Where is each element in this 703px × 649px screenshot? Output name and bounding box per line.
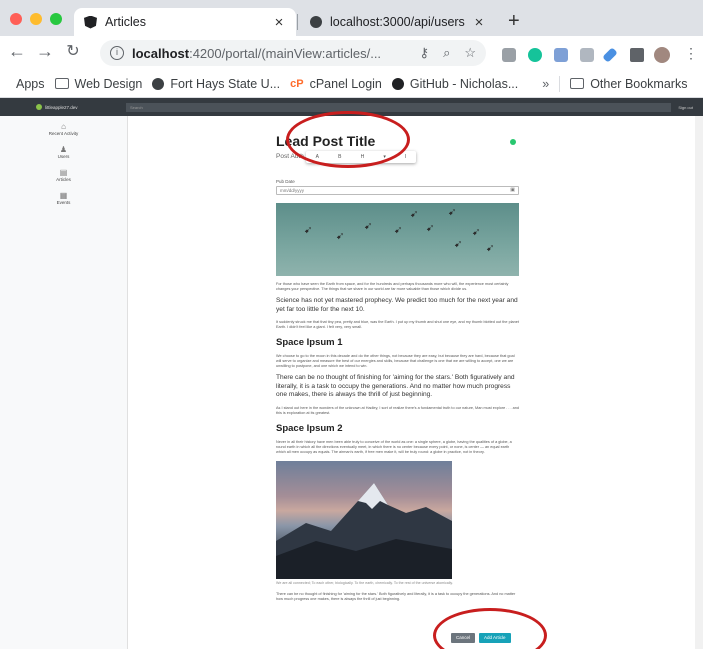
quote: Science has not yet mastered prophecy. W… (276, 297, 518, 313)
back-arrow-icon[interactable]: ← (6, 41, 28, 62)
paragraph: Never in all their history have men been… (276, 439, 512, 454)
bookmark-label: cPanel Login (309, 76, 382, 91)
paragraph: As I stand out here in the wonders of th… (276, 405, 519, 415)
bookmarks-bar: Apps Web Design Fort Hays State U... cP … (0, 70, 703, 98)
address-bar[interactable]: i localhost:4200/portal/(mainView:articl… (100, 40, 486, 66)
italic-button[interactable]: I (405, 154, 406, 160)
home-icon: ⌂ (61, 122, 66, 131)
key-icon[interactable]: ⚷ (420, 45, 430, 61)
paragraph: We choose to go to the moon in this deca… (276, 354, 515, 368)
star-icon[interactable]: ☆ (464, 45, 476, 61)
mountain-shape (276, 482, 452, 579)
bookmark-divider (559, 75, 561, 92)
sidebar-item-label: Events (56, 200, 71, 205)
pub-date-placeholder: mm/dd/yyyy (280, 188, 305, 193)
puzzle-icon[interactable] (630, 48, 644, 62)
sidebar-item-users[interactable]: ♟ Users (0, 145, 127, 160)
extension-icon[interactable] (580, 48, 594, 62)
avatar[interactable] (654, 47, 670, 63)
bookmark-other[interactable]: Other Bookmarks (570, 77, 687, 91)
globe-icon (310, 16, 322, 28)
bookmark-cpanel[interactable]: cP cPanel Login (290, 77, 382, 91)
browser-toolbar: ← → ↻ i localhost:4200/portal/(mainView:… (0, 36, 703, 70)
more-icon[interactable]: ⋮ (684, 45, 698, 62)
grammarly-icon[interactable] (528, 48, 542, 62)
user-icon: ♟ (59, 145, 68, 154)
browser-titlebar: Articles × localhost:3000/api/users × + (0, 0, 703, 36)
bookmark-label: Fort Hays State U... (170, 76, 281, 91)
pub-date-label: Pub Date (276, 179, 295, 184)
reload-icon[interactable]: ↻ (62, 41, 84, 61)
sidebar: ⌂ Recent Activity ♟ Users ▤ Articles ▦ E… (0, 116, 128, 649)
paragraph: For those who have seen the Earth from s… (276, 282, 509, 291)
bookmark-label: Apps (16, 76, 45, 91)
url-path: :4200/portal/(mainView:articles/... (189, 45, 382, 61)
sidebar-item-label: Users (57, 154, 70, 159)
github-icon (391, 77, 404, 90)
pub-date-input[interactable]: mm/dd/yyyy ▣ (276, 186, 519, 195)
bookmark-label: Other Bookmarks (590, 76, 688, 91)
mountain-image (276, 460, 452, 579)
tab-api-users[interactable]: localhost:3000/api/users × (300, 8, 496, 36)
birds-image: ➹ ➹ ➹ ➹ ➹ ➹ ➹ ➹ ➹ ➹ (276, 203, 519, 276)
folder-icon (570, 78, 585, 89)
info-icon[interactable]: i (110, 46, 124, 60)
annotation-circle-title (286, 111, 410, 168)
bookmark-fort-hays[interactable]: Fort Hays State U... (152, 77, 280, 91)
tab-label: Articles (105, 15, 146, 29)
calendar-icon: ▦ (59, 191, 68, 200)
tab-label: localhost:3000/api/users (330, 15, 465, 29)
calendar-icon[interactable]: ▣ (510, 187, 515, 194)
paragraph: There can be no thought of finishing for… (276, 591, 516, 601)
globe-icon (152, 77, 165, 90)
maximize-window-button[interactable] (50, 13, 62, 25)
close-tab-icon[interactable]: × (472, 14, 486, 31)
paragraph: It suddenly struck me that that tiny pea… (276, 320, 519, 329)
screen: { "browser": { "tabs": [ {"label": "Arti… (0, 0, 703, 649)
articles-icon: ▤ (59, 168, 68, 177)
heading: Space Ipsum 1 (276, 337, 343, 348)
scrollbar[interactable] (695, 116, 703, 649)
extension-icon[interactable] (502, 48, 516, 62)
bookmark-label: GitHub - Nicholas... (409, 76, 519, 91)
minimize-window-button[interactable] (30, 13, 42, 25)
url-host: localhost (132, 45, 190, 61)
tab-articles[interactable]: Articles × (74, 8, 296, 36)
quote: There can be no thought of finishing for… (276, 374, 515, 398)
bookmark-label: Web Design (74, 76, 143, 91)
brand[interactable]: littleapple27.dev (36, 104, 126, 110)
zoom-icon[interactable]: ⌕ (443, 45, 450, 61)
new-tab-button[interactable]: + (508, 11, 520, 31)
image-caption: We are all connected; To each other, bio… (276, 580, 453, 585)
signout-link[interactable]: Sign out (678, 105, 693, 110)
folder-icon (54, 78, 69, 89)
brand-name: littleapple27.dev (45, 104, 78, 110)
bookmark-apps[interactable]: Apps (10, 77, 45, 91)
angular-icon (84, 15, 97, 29)
sidebar-item-events[interactable]: ▦ Events (0, 191, 127, 206)
bookmark-web-design[interactable]: Web Design (54, 76, 143, 91)
tab-divider (297, 14, 298, 30)
apple-logo-icon (36, 104, 42, 110)
sidebar-item-recent-activity[interactable]: ⌂ Recent Activity (0, 122, 127, 137)
close-tab-icon[interactable]: × (272, 14, 286, 31)
bookmarks-overflow-icon[interactable]: » (542, 77, 549, 91)
sidebar-item-articles[interactable]: ▤ Articles (0, 168, 127, 183)
status-dot (510, 139, 516, 145)
forward-arrow-icon[interactable]: → (34, 41, 56, 62)
article-editor: Lead Post Title Post Auth A B H ▾ I Pub … (276, 133, 519, 602)
close-window-button[interactable] (10, 13, 22, 25)
bookmark-github[interactable]: GitHub - Nicholas... (391, 76, 519, 91)
pen-extension-icon[interactable] (602, 47, 618, 63)
app-search-input[interactable]: Search (126, 102, 671, 112)
sidebar-item-label: Recent Activity (48, 131, 79, 136)
heading: Space Ipsum 2 (276, 422, 343, 434)
sidebar-item-label: Articles (56, 177, 71, 182)
cpanel-icon: cP (290, 77, 304, 90)
extension-icon[interactable] (554, 48, 568, 62)
